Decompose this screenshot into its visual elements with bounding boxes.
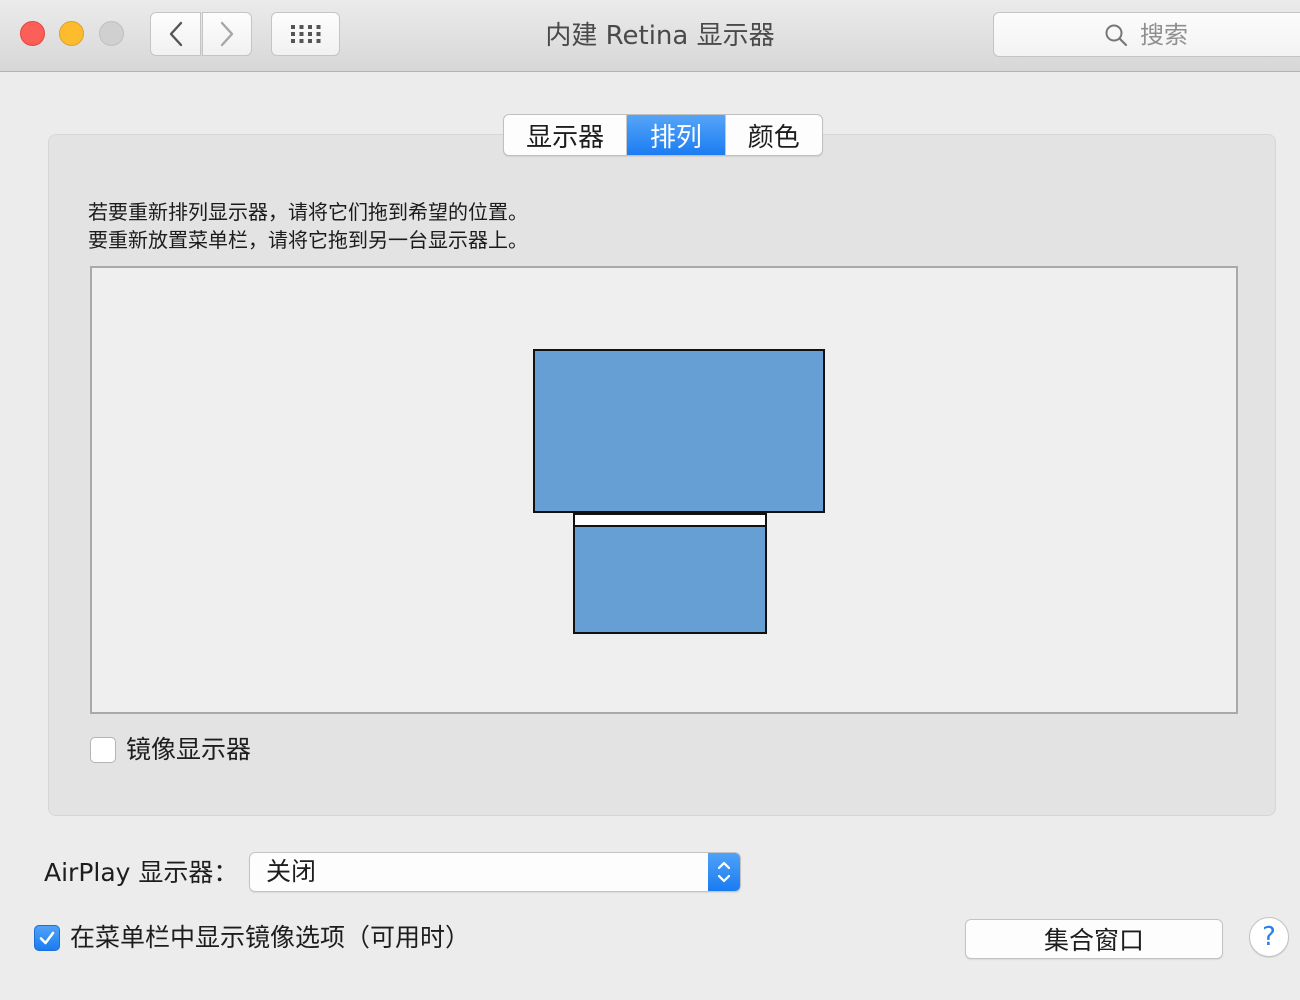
- window-title: 内建 Retina 显示器: [545, 21, 775, 51]
- airplay-select-value: 关闭: [266, 857, 317, 886]
- grid-icon: [290, 25, 320, 43]
- mirror-displays-checkbox[interactable]: [90, 737, 116, 763]
- close-window-button[interactable]: [20, 21, 45, 46]
- show-all-button[interactable]: [271, 12, 340, 56]
- show-in-menubar-row[interactable]: 在菜单栏中显示镜像选项（可用时）: [34, 922, 470, 954]
- zoom-window-button[interactable]: [99, 21, 124, 46]
- help-button[interactable]: ?: [1249, 917, 1289, 957]
- tab-color[interactable]: 颜色: [724, 115, 822, 155]
- builtin-display[interactable]: [573, 513, 767, 634]
- updown-arrows-icon: [708, 853, 740, 891]
- mirror-displays-row[interactable]: 镜像显示器: [90, 734, 251, 766]
- airplay-label: AirPlay 显示器：: [44, 858, 239, 887]
- chevron-left-icon: [169, 21, 182, 47]
- back-button[interactable]: [150, 12, 201, 56]
- search-input[interactable]: [1138, 19, 1202, 50]
- search-icon: [1105, 24, 1128, 46]
- tab-bar: 显示器 排列 颜色: [503, 114, 823, 156]
- tab-display[interactable]: 显示器: [504, 115, 628, 155]
- tab-arrangement[interactable]: 排列: [627, 115, 725, 155]
- minimize-window-button[interactable]: [59, 21, 84, 46]
- instruction-line-2: 要重新放置菜单栏，请将它拖到另一台显示器上。: [88, 228, 528, 252]
- display-arrangement-area: [90, 266, 1238, 714]
- menubar-handle[interactable]: [573, 513, 767, 527]
- chevron-right-icon: [220, 21, 234, 47]
- instructions-text: 若要重新排列显示器，请将它们拖到希望的位置。 要重新放置菜单栏，请将它拖到另一台…: [88, 198, 528, 254]
- show-in-menubar-checkbox[interactable]: [34, 925, 60, 951]
- instruction-line-1: 若要重新排列显示器，请将它们拖到希望的位置。: [88, 200, 528, 224]
- forward-button[interactable]: [202, 12, 252, 56]
- show-in-menubar-label: 在菜单栏中显示镜像选项（可用时）: [70, 923, 471, 952]
- title-bar: 内建 Retina 显示器: [0, 0, 1300, 72]
- gather-windows-button[interactable]: 集合窗口: [965, 919, 1223, 959]
- airplay-select[interactable]: 关闭: [249, 852, 741, 892]
- search-field[interactable]: [993, 12, 1300, 57]
- mirror-displays-label: 镜像显示器: [126, 735, 252, 764]
- checkmark-icon: [39, 931, 55, 945]
- external-display[interactable]: [533, 349, 825, 513]
